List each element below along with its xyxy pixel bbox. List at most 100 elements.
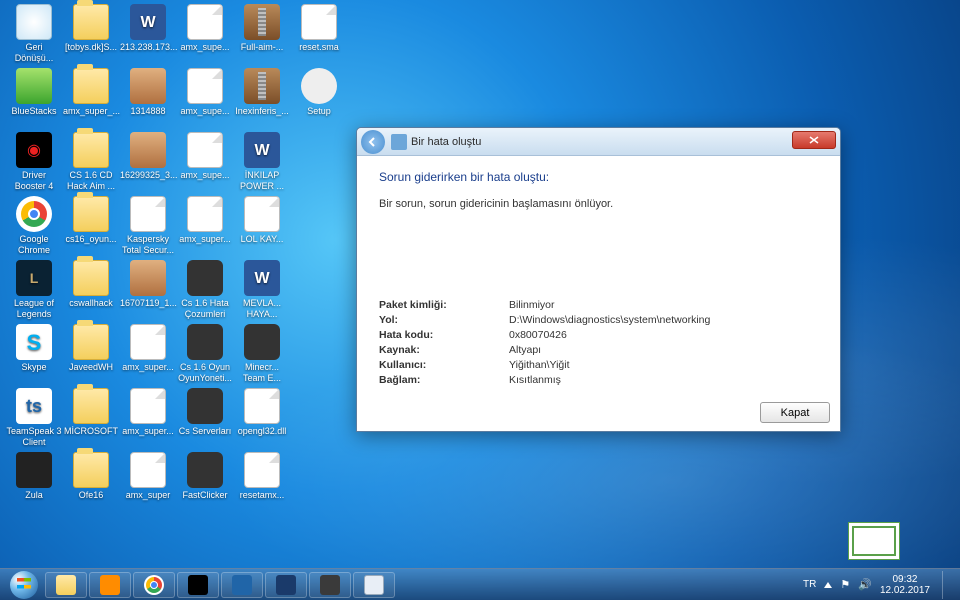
desktop-icon[interactable]: cswallhack: [63, 260, 119, 309]
desktop-icon[interactable]: amx_super: [120, 452, 176, 501]
back-button[interactable]: [361, 130, 385, 154]
desktop-icon[interactable]: 16707119_1...: [120, 260, 176, 309]
icon-label: amx_super...: [120, 362, 176, 373]
icon-label: FastClicker: [177, 490, 233, 501]
pic-icon: [130, 260, 166, 296]
close-dialog-button[interactable]: Kapat: [760, 402, 830, 423]
desktop-icon[interactable]: Full-aim-...: [234, 4, 290, 53]
taskbar-item-dlg[interactable]: [353, 572, 395, 598]
taskbar-item-cs[interactable]: [309, 572, 351, 598]
desktop-icon[interactable]: Minecr... Team E...: [234, 324, 290, 384]
icon-label: amx_super: [120, 490, 176, 501]
chrome-icon: [16, 196, 52, 232]
desktop-icon[interactable]: MİCROSOFT: [63, 388, 119, 437]
desktop-icon[interactable]: tsTeamSpeak 3 Client: [6, 388, 62, 448]
language-indicator[interactable]: TR: [803, 579, 816, 590]
desktop-icon[interactable]: amx_super...: [177, 196, 233, 245]
desktop-icon[interactable]: JaveedWH: [63, 324, 119, 373]
desktop-icon[interactable]: reset.sma: [291, 4, 347, 53]
word-icon: W: [130, 4, 166, 40]
bluestacks-icon: [16, 68, 52, 104]
icon-label: MEVLA... HAYA...: [234, 298, 290, 320]
desktop-icon[interactable]: amx_supe...: [177, 132, 233, 181]
icon-label: reset.sma: [291, 42, 347, 53]
icon-label: MİCROSOFT: [63, 426, 119, 437]
desktop-icon[interactable]: CS 1.6 CD Hack Aim ...: [63, 132, 119, 192]
detail-value: Yiğithan\Yiğit: [509, 358, 570, 373]
desktop-icon[interactable]: Inexinferis_...: [234, 68, 290, 117]
error-heading: Sorun giderirken bir hata oluştu:: [379, 170, 818, 184]
dialog-icon: [391, 134, 407, 150]
desktop-icon[interactable]: amx_super...: [120, 324, 176, 373]
desktop-icon[interactable]: FastClicker: [177, 452, 233, 501]
taskbar-item-chrome[interactable]: [133, 572, 175, 598]
icon-label: amx_super...: [177, 234, 233, 245]
desktop-icon[interactable]: W 213.238.173...: [120, 4, 176, 53]
word-icon: W: [244, 132, 280, 168]
desktop-icon[interactable]: Cs 1.6 Hata Çozumleri: [177, 260, 233, 320]
file-icon: [244, 388, 280, 424]
desktop-icon[interactable]: LOL KAY...: [234, 196, 290, 245]
desktop-icon[interactable]: Kaspersky Total Secur...: [120, 196, 176, 256]
desktop-icon[interactable]: amx_supe...: [177, 68, 233, 117]
desktop-icon[interactable]: resetamx...: [234, 452, 290, 501]
action-center-icon[interactable]: ⚑: [840, 578, 850, 591]
desktop-icon[interactable]: Geri Dönüşü...: [6, 4, 62, 64]
zula-icon: [16, 452, 52, 488]
desktop-icon[interactable]: Cs Serverları: [177, 388, 233, 437]
taskbar-item-fast[interactable]: [265, 572, 307, 598]
cs-icon: [320, 575, 340, 595]
desktop-icon[interactable]: Google Chrome: [6, 196, 62, 256]
desktop-icon[interactable]: amx_super_...: [63, 68, 119, 117]
icon-label: Full-aim-...: [234, 42, 290, 53]
folder-icon: [73, 132, 109, 168]
icon-label: Kaspersky Total Secur...: [120, 234, 176, 256]
desktop-icon[interactable]: BlueStacks: [6, 68, 62, 117]
volume-icon[interactable]: 🔊: [858, 578, 872, 591]
clock[interactable]: 09:32 12.02.2017: [880, 574, 930, 596]
desktop-icon[interactable]: Cs 1.6 Oyun OyunYoneti...: [177, 324, 233, 384]
desktop-icon[interactable]: 1314888: [120, 68, 176, 117]
close-button[interactable]: [792, 131, 836, 149]
folder-icon: [73, 196, 109, 232]
icon-label: Minecr... Team E...: [234, 362, 290, 384]
taskbar-item-ts[interactable]: [221, 572, 263, 598]
detail-key: Bağlam:: [379, 373, 509, 388]
taskbar-item-driver[interactable]: [177, 572, 219, 598]
dlg-icon: [364, 575, 384, 595]
icon-label: 213.238.173...: [120, 42, 176, 53]
desktop-icon[interactable]: Zula: [6, 452, 62, 501]
desktop-icon[interactable]: SSkype: [6, 324, 62, 373]
desktop-icon[interactable]: WİNKILAP POWER ...: [234, 132, 290, 192]
folder-icon: [73, 68, 109, 104]
icon-label: resetamx...: [234, 490, 290, 501]
desktop-icon[interactable]: WMEVLA... HAYA...: [234, 260, 290, 320]
desktop-icon[interactable]: amx_super...: [120, 388, 176, 437]
desktop-icon[interactable]: cs16_oyun...: [63, 196, 119, 245]
desktop-icon[interactable]: ◉Driver Booster 4: [6, 132, 62, 192]
desktop-icon[interactable]: LLeague of Legends: [6, 260, 62, 320]
icon-label: Driver Booster 4: [6, 170, 62, 192]
folder-icon: [73, 324, 109, 360]
app-icon: [187, 452, 223, 488]
pic-icon: [130, 132, 166, 168]
desktop-icon[interactable]: [tobys.dk]S...: [63, 4, 119, 53]
icon-label: Cs 1.6 Oyun OyunYoneti...: [177, 362, 233, 384]
desktop-icon[interactable]: amx_supe...: [177, 4, 233, 53]
desktop-icon[interactable]: Setup: [291, 68, 347, 117]
taskbar-item-explorer[interactable]: [45, 572, 87, 598]
taskbar-item-media[interactable]: [89, 572, 131, 598]
icon-label: Zula: [6, 490, 62, 501]
file-icon: [130, 324, 166, 360]
dialog-titlebar[interactable]: Bir hata oluştu: [357, 128, 840, 156]
skype-icon: S: [16, 324, 52, 360]
start-button[interactable]: [4, 571, 44, 599]
show-desktop-button[interactable]: [942, 571, 952, 599]
desktop-icon[interactable]: Ofe16: [63, 452, 119, 501]
explorer-icon: [56, 575, 76, 595]
tray-expand-icon[interactable]: [824, 582, 832, 588]
setup-icon: [301, 68, 337, 104]
desktop-icon[interactable]: 16299325_3...: [120, 132, 176, 181]
file-icon: [244, 452, 280, 488]
desktop-icon[interactable]: opengl32.dll: [234, 388, 290, 437]
